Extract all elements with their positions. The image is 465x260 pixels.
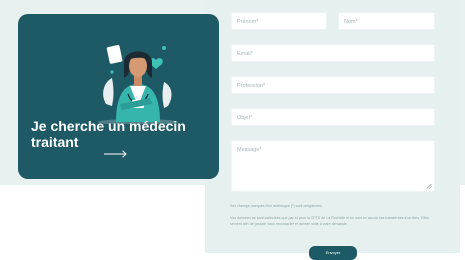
- prenom-field[interactable]: Prénom*: [231, 12, 327, 30]
- objet-field[interactable]: Objet*: [231, 108, 435, 126]
- nom-field[interactable]: Nom*: [338, 12, 435, 30]
- email-field[interactable]: Email*: [231, 44, 435, 62]
- profession-field[interactable]: Profession*: [231, 76, 435, 94]
- submit-button[interactable]: Envoyer: [309, 246, 357, 260]
- resize-handle-icon[interactable]: [426, 183, 432, 189]
- card-title-line-2: traitant: [31, 134, 79, 150]
- message-placeholder: Message*: [237, 147, 262, 153]
- card-title-line-1: Je cherche un médecin: [31, 118, 186, 134]
- message-textarea[interactable]: Message*: [231, 140, 435, 192]
- arrow-right-icon: [104, 150, 127, 158]
- privacy-note: Vos données ne sont collectées que par e…: [230, 216, 429, 226]
- card-title: Je cherche un médecin traitant: [31, 118, 211, 150]
- doctor-illustration: [98, 44, 178, 124]
- find-doctor-card[interactable]: Je cherche un médecin traitant: [18, 14, 219, 179]
- required-fields-note: *les champs marqués d'un astérisque (*) …: [230, 204, 323, 208]
